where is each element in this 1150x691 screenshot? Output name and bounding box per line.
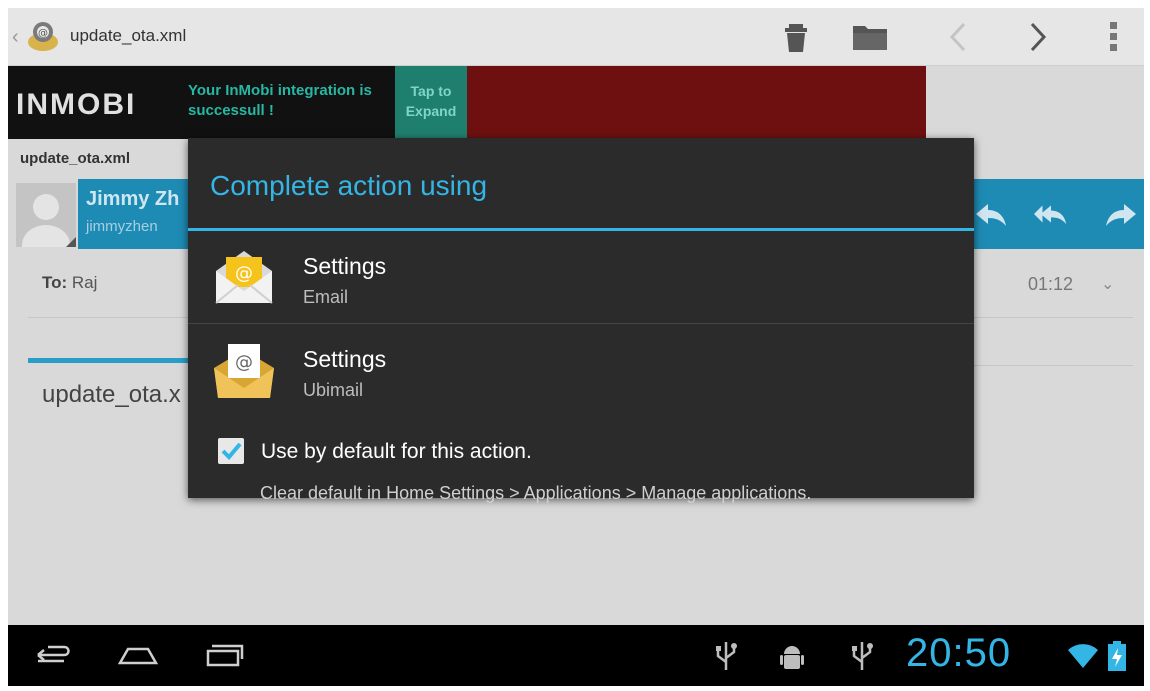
ad-red-panel[interactable]	[467, 66, 926, 139]
option-email[interactable]: @ Settings Email	[188, 231, 974, 323]
action-bar-title: update_ota.xml	[70, 26, 187, 45]
email-app-icon: @	[215, 251, 273, 304]
tap-label-line2: Expand	[405, 103, 457, 119]
email-body-preview: update_ota.x	[42, 381, 181, 408]
overflow-menu-icon[interactable]	[1094, 18, 1134, 56]
option-ubimail[interactable]: @ Settings Ubimail	[188, 324, 974, 416]
use-default-label[interactable]: Use by default for this action.	[261, 440, 532, 464]
action-bar: ‹ @ update_ota.xml	[8, 8, 1144, 66]
tap-to-expand-button[interactable]: Tap to Expand	[395, 66, 467, 139]
email-time: 01:12	[1028, 274, 1074, 294]
battery-charging-icon	[1108, 641, 1126, 671]
dialog-title: Complete action using	[210, 170, 488, 201]
device-screen: ‹ @ update_ota.xml INMOBI Your InMobi in…	[8, 8, 1144, 686]
system-bar: 20:50	[8, 625, 1144, 686]
option-email-sub: Email	[303, 287, 349, 307]
folder-icon[interactable]	[850, 18, 890, 56]
ad-message: Your InMobi integration is successull !	[188, 82, 372, 119]
home-icon[interactable]	[114, 637, 162, 673]
svg-text:@: @	[235, 352, 253, 373]
status-clock[interactable]: 20:50	[906, 631, 1011, 676]
svg-text:@: @	[235, 263, 253, 284]
ad-banner[interactable]: INMOBI Your InMobi integration is succes…	[8, 66, 926, 139]
mail-app-icon[interactable]: @	[26, 20, 60, 54]
inmobi-logo: INMOBI	[16, 88, 137, 121]
sender-email: jimmyzhen	[86, 218, 158, 235]
up-caret-icon[interactable]: ‹	[12, 26, 19, 49]
divider	[968, 365, 1133, 366]
option-ubimail-sub: Ubimail	[303, 380, 364, 400]
option-email-label: Settings	[303, 253, 387, 279]
usb-icon	[852, 642, 873, 670]
complete-action-dialog: Complete action using @ Settings Email @…	[188, 138, 974, 503]
back-icon[interactable]	[30, 637, 78, 673]
to-label: To:	[42, 273, 68, 292]
use-default-checkbox[interactable]	[218, 438, 244, 464]
android-debug-icon	[780, 646, 804, 669]
ubimail-app-icon: @	[214, 344, 274, 398]
clear-default-hint: Clear default in Home Settings > Applica…	[260, 483, 812, 503]
avatar[interactable]	[16, 183, 76, 247]
to-value: Raj	[71, 273, 98, 292]
loading-indicator	[28, 358, 188, 363]
wifi-icon	[1068, 644, 1098, 668]
recent-apps-icon[interactable]	[200, 637, 248, 673]
reply-all-icon[interactable]	[1034, 200, 1068, 228]
sender-name: Jimmy Zh	[86, 188, 180, 210]
usb-icon	[716, 642, 737, 670]
previous-icon[interactable]	[938, 18, 978, 56]
option-ubimail-label: Settings	[303, 346, 387, 372]
forward-icon[interactable]	[1104, 200, 1138, 228]
next-icon[interactable]	[1018, 18, 1058, 56]
recipient-line: To: Raj	[42, 273, 97, 293]
tap-label-line1: Tap to	[410, 83, 452, 99]
trash-icon[interactable]	[776, 18, 816, 56]
svg-text:@: @	[38, 28, 48, 39]
reply-icon[interactable]	[974, 200, 1008, 228]
chevron-down-icon[interactable]: ⌄	[1101, 274, 1114, 294]
email-subject: update_ota.xml	[20, 150, 131, 167]
